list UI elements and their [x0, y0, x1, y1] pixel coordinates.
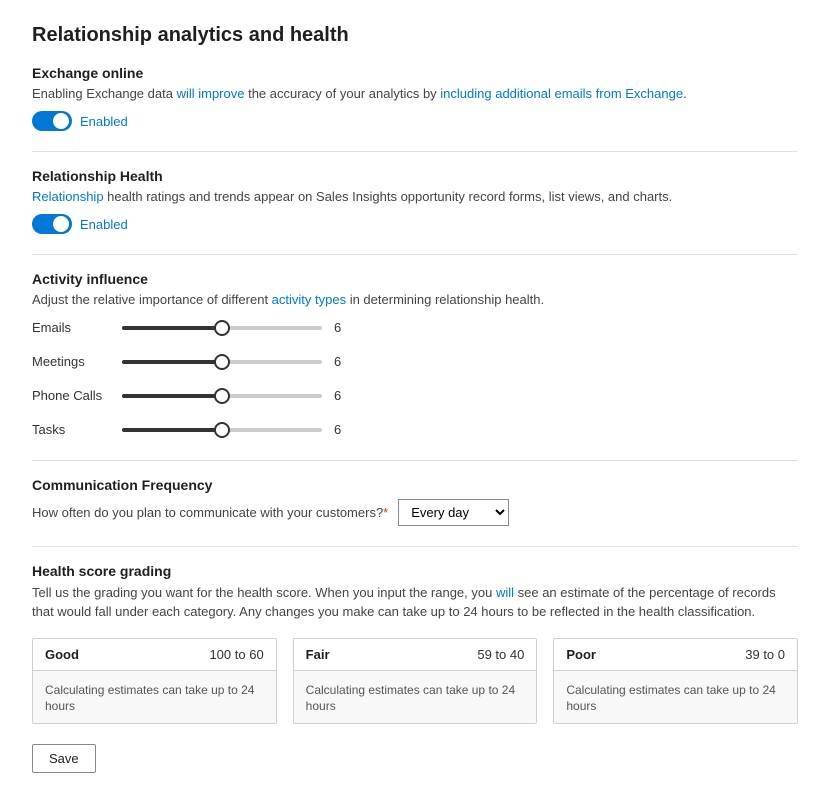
divider-2	[32, 254, 798, 255]
frequency-row: How often do you plan to communicate wit…	[32, 499, 798, 526]
slider-value-1: 6	[334, 354, 354, 369]
grading-card-title-1: Fair	[306, 647, 330, 662]
slider-label-2: Phone Calls	[32, 388, 122, 403]
slider-thumb-1[interactable]	[214, 354, 230, 370]
required-star: *	[383, 505, 388, 520]
exchange-online-heading: Exchange online	[32, 65, 798, 81]
grading-card-note-0: Calculating estimates can take up to 24 …	[45, 683, 254, 713]
activity-types-link[interactable]: activity types	[272, 292, 346, 307]
slider-value-2: 6	[334, 388, 354, 403]
relationship-health-toggle-row: Enabled	[32, 214, 798, 234]
slider-thumb-3[interactable]	[214, 422, 230, 438]
relationship-health-toggle[interactable]	[32, 214, 72, 234]
relationship-health-heading: Relationship Health	[32, 168, 798, 184]
grading-card-note-2: Calculating estimates can take up to 24 …	[566, 683, 775, 713]
health-score-grading-description: Tell us the grading you want for the hea…	[32, 583, 798, 622]
footer: Save	[32, 744, 798, 773]
slider-fill-0	[122, 326, 222, 330]
slider-label-3: Tasks	[32, 422, 122, 437]
frequency-label-text: How often do you plan to communicate wit…	[32, 505, 383, 520]
grading-card-fair: Fair 59 to 40 Calculating estimates can …	[293, 638, 538, 724]
grading-card-header-1: Fair 59 to 40	[294, 639, 537, 671]
exchange-online-section: Exchange online Enabling Exchange data w…	[32, 65, 798, 131]
grading-card-body-2: Calculating estimates can take up to 24 …	[554, 671, 797, 723]
exchange-online-toggle-label: Enabled	[80, 114, 128, 129]
save-button[interactable]: Save	[32, 744, 96, 773]
slider-thumb-0[interactable]	[214, 320, 230, 336]
slider-fill-2	[122, 394, 222, 398]
slider-track-0	[122, 326, 322, 330]
relationship-health-description: Relationship health ratings and trends a…	[32, 188, 798, 206]
relationship-health-toggle-label: Enabled	[80, 217, 128, 232]
health-score-grading-heading: Health score grading	[32, 563, 798, 579]
activity-influence-heading: Activity influence	[32, 271, 798, 287]
slider-fill-1	[122, 360, 222, 364]
grading-card-poor: Poor 39 to 0 Calculating estimates can t…	[553, 638, 798, 724]
health-score-grading-section: Health score grading Tell us the grading…	[32, 563, 798, 724]
grading-card-range-0: 100 to 60	[209, 647, 263, 662]
slider-container-1	[122, 352, 322, 372]
sliders-container: Emails 6 Meetings 6 Phone Calls 6 Tasks	[32, 318, 798, 440]
exchange-online-toggle[interactable]	[32, 111, 72, 131]
grading-card-header-2: Poor 39 to 0	[554, 639, 797, 671]
slider-container-0	[122, 318, 322, 338]
relationship-health-section: Relationship Health Relationship health …	[32, 168, 798, 234]
exchange-including-link[interactable]: including additional emails from Exchang…	[440, 86, 683, 101]
grading-card-body-0: Calculating estimates can take up to 24 …	[33, 671, 276, 723]
slider-row-emails: Emails 6	[32, 318, 798, 338]
slider-label-0: Emails	[32, 320, 122, 335]
divider-3	[32, 460, 798, 461]
slider-value-0: 6	[334, 320, 354, 335]
frequency-label: How often do you plan to communicate wit…	[32, 505, 388, 520]
divider-1	[32, 151, 798, 152]
slider-label-1: Meetings	[32, 354, 122, 369]
exchange-will-improve-link[interactable]: will improve	[177, 86, 245, 101]
grading-card-body-1: Calculating estimates can take up to 24 …	[294, 671, 537, 723]
grading-card-title-0: Good	[45, 647, 79, 662]
slider-row-meetings: Meetings 6	[32, 352, 798, 372]
page-title: Relationship analytics and health	[32, 24, 798, 47]
grading-card-range-1: 59 to 40	[477, 647, 524, 662]
slider-thumb-2[interactable]	[214, 388, 230, 404]
activity-influence-description: Adjust the relative importance of differ…	[32, 291, 798, 309]
communication-frequency-section: Communication Frequency How often do you…	[32, 477, 798, 526]
slider-track-3	[122, 428, 322, 432]
frequency-select[interactable]: Every dayEvery weekEvery month	[398, 499, 509, 526]
grading-card-header-0: Good 100 to 60	[33, 639, 276, 671]
grading-card-good: Good 100 to 60 Calculating estimates can…	[32, 638, 277, 724]
slider-track-2	[122, 394, 322, 398]
communication-frequency-heading: Communication Frequency	[32, 477, 798, 493]
slider-row-phone-calls: Phone Calls 6	[32, 386, 798, 406]
slider-value-3: 6	[334, 422, 354, 437]
grading-card-range-2: 39 to 0	[745, 647, 785, 662]
slider-row-tasks: Tasks 6	[32, 420, 798, 440]
exchange-online-toggle-row: Enabled	[32, 111, 798, 131]
grading-card-note-1: Calculating estimates can take up to 24 …	[306, 683, 515, 713]
slider-fill-3	[122, 428, 222, 432]
activity-influence-section: Activity influence Adjust the relative i…	[32, 271, 798, 439]
grading-cards: Good 100 to 60 Calculating estimates can…	[32, 638, 798, 724]
divider-4	[32, 546, 798, 547]
exchange-online-description: Enabling Exchange data will improve the …	[32, 85, 798, 103]
slider-track-1	[122, 360, 322, 364]
slider-container-2	[122, 386, 322, 406]
grading-card-title-2: Poor	[566, 647, 596, 662]
slider-container-3	[122, 420, 322, 440]
grading-will-see-link: will	[496, 585, 514, 600]
relationship-health-link[interactable]: Relationship	[32, 189, 104, 204]
